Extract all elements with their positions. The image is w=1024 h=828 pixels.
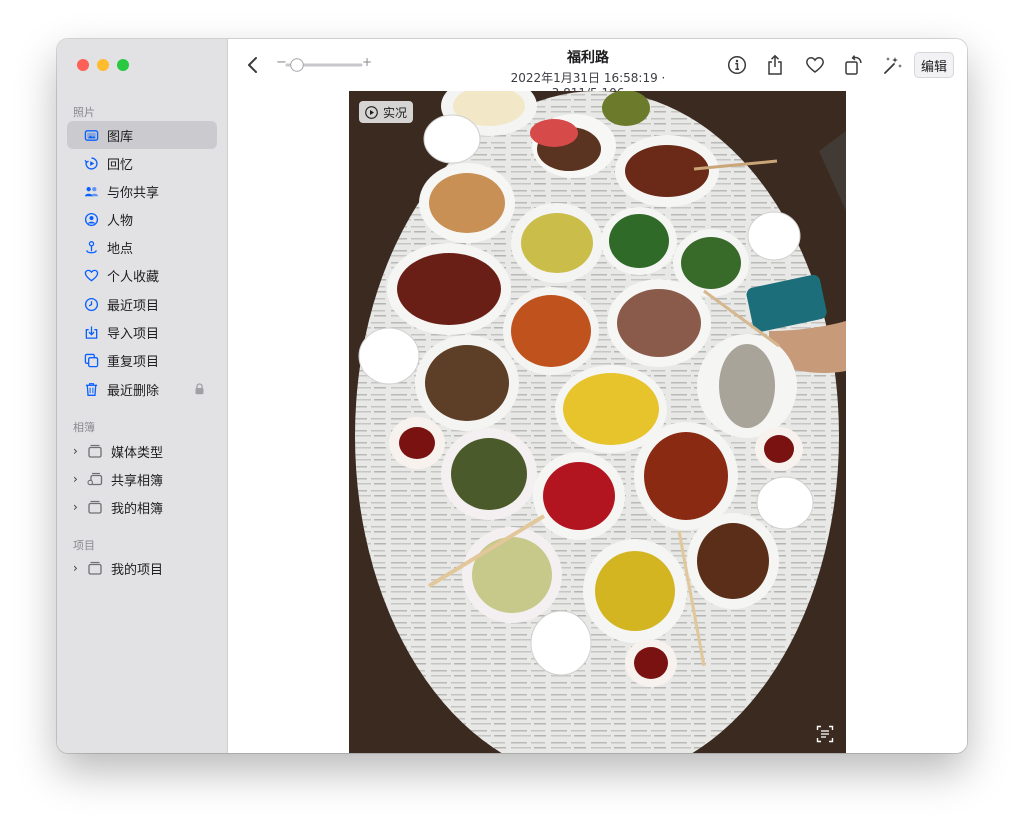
zoom-window-button[interactable] [117,59,129,71]
sidebar-group-shared-albums[interactable]: › 共享相簿 [67,465,217,493]
sidebar-item-recently-deleted[interactable]: 最近删除 [67,375,217,403]
people-icon [83,211,99,227]
minimize-button[interactable] [97,59,109,71]
duplicates-icon [83,352,99,368]
photo-viewer: 实况 [228,91,967,753]
favorite-button[interactable] [802,53,828,77]
sidebar-item-library[interactable]: 图库 [67,121,217,149]
auto-enhance-button[interactable] [879,52,905,78]
shared-with-you-icon [83,183,99,199]
sidebar-item-imports[interactable]: 导入项目 [67,318,217,346]
sidebar-item-label: 媒体类型 [111,445,164,461]
photos-window: 照片 图库 回忆 与你共享 人物 地点 个人收藏 最近项目 导入项目 重复项目 … [57,39,967,753]
sidebar-item-label: 重复项目 [107,354,160,370]
sidebar-item-favorites[interactable]: 个人收藏 [67,261,217,289]
share-button[interactable] [763,52,787,78]
heart-icon [83,267,99,283]
edit-button[interactable]: 编辑 [914,52,954,78]
sidebar-item-label: 回忆 [107,157,134,173]
trash-icon [83,381,99,397]
chevron-right-icon[interactable]: › [73,500,83,514]
section-title-photos: 照片 [73,106,95,119]
sidebar-group-my-projects[interactable]: › 我的项目 [67,554,217,582]
sidebar-item-memories[interactable]: 回忆 [67,149,217,177]
sidebar-item-label: 个人收藏 [107,269,160,285]
section-title-albums: 相簿 [73,421,95,434]
sidebar-item-label: 导入项目 [107,326,160,342]
live-text-icon[interactable] [816,725,834,743]
window-controls [77,59,129,71]
dinner-table-photo [349,91,846,753]
photo-image[interactable]: 实况 [349,91,846,753]
sidebar-item-label: 我的项目 [111,562,164,578]
info-icon [727,55,747,75]
sidebar-item-label: 地点 [107,241,134,257]
zoom-slider[interactable] [277,57,371,73]
chevron-right-icon[interactable]: › [73,472,83,486]
sidebar-item-label: 最近删除 [107,383,160,399]
album-stack-icon [88,561,102,575]
shared-album-icon [87,472,103,486]
sidebar-item-label: 与你共享 [107,185,160,201]
clock-icon [83,296,99,312]
info-button[interactable] [725,53,749,77]
toolbar: − + 福利路 2022年1月31日 16:58:19 · 3,811/5,10… [228,39,967,100]
places-icon [83,239,99,255]
live-photo-label: 实况 [383,105,408,120]
import-icon [83,324,99,340]
close-button[interactable] [77,59,89,71]
sidebar-item-label: 图库 [107,129,134,145]
live-photo-icon [365,105,378,119]
photo-library-icon [83,127,99,143]
sidebar-item-label: 人物 [107,213,134,229]
lock-icon [195,383,204,395]
section-title-projects: 项目 [73,539,95,552]
back-button[interactable] [242,53,264,77]
rotate-button[interactable] [842,52,866,78]
chevron-right-icon[interactable]: › [73,444,83,458]
magic-wand-icon [884,57,902,74]
sidebar-item-people[interactable]: 人物 [67,205,217,233]
heart-icon [806,57,824,73]
live-photo-badge[interactable]: 实况 [359,101,414,123]
photo-location-title: 福利路 [567,50,609,66]
sidebar-item-label: 最近项目 [107,298,160,314]
memories-icon [83,155,99,171]
sidebar-item-recents[interactable]: 最近项目 [67,290,217,318]
sidebar-item-label: 我的相簿 [111,501,164,517]
zoom-in-label: + [362,55,373,69]
rotate-icon [845,55,862,75]
sidebar-group-my-albums[interactable]: › 我的相簿 [67,493,217,521]
sidebar-item-label: 共享相簿 [111,473,164,489]
album-stack-icon [88,444,102,458]
sidebar-group-media-types[interactable]: › 媒体类型 [67,437,217,465]
album-stack-icon [88,500,102,514]
sidebar-item-duplicates[interactable]: 重复项目 [67,346,217,374]
sidebar-item-shared-with-you[interactable]: 与你共享 [67,177,217,205]
chevron-left-icon [248,57,257,73]
share-icon [768,54,782,75]
sidebar: 照片 图库 回忆 与你共享 人物 地点 个人收藏 最近项目 导入项目 重复项目 … [57,39,228,753]
sidebar-item-places[interactable]: 地点 [67,233,217,261]
chevron-right-icon[interactable]: › [73,561,83,575]
